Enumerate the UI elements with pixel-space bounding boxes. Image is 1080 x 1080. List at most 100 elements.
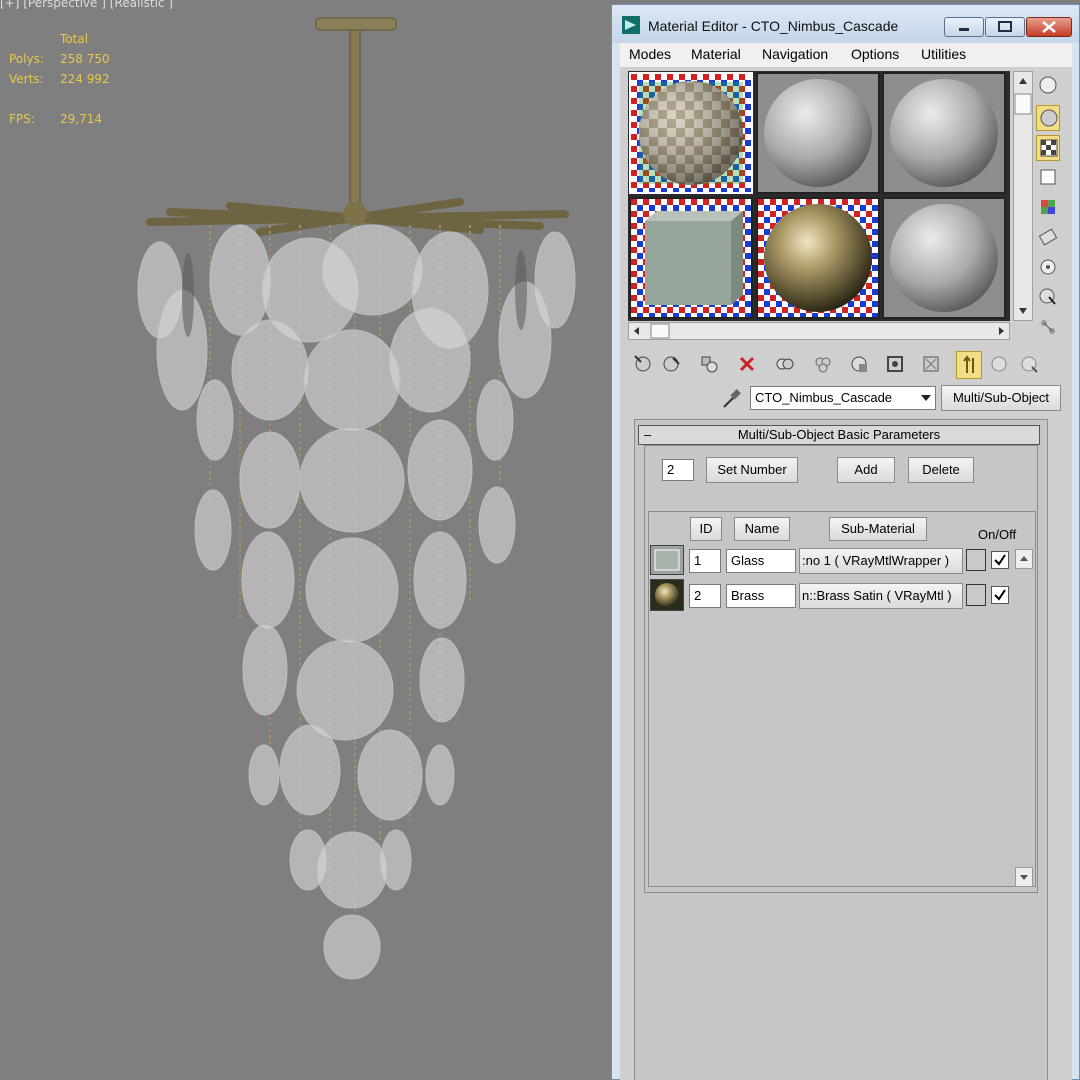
sphere-icon: [1039, 76, 1057, 94]
show-shaded-material-button[interactable]: [882, 351, 908, 379]
row-1-sub-material-button[interactable]: :no 1 ( VRayMtlWrapper ): [799, 548, 963, 574]
row-1-preview-swatch[interactable]: [650, 545, 684, 575]
assign-material-button[interactable]: [696, 351, 722, 379]
square-icon: [1040, 169, 1056, 185]
material-count-field[interactable]: 2: [662, 459, 694, 481]
dropdown-arrow-icon[interactable]: [920, 393, 932, 403]
assign-material-icon: [701, 356, 718, 373]
minimize-button[interactable]: [944, 17, 984, 37]
material-cube-preview: [631, 199, 751, 317]
material-editor-window: Material Editor - CTO_Nimbus_Cascade Mod…: [611, 4, 1080, 1080]
sample-slot-1[interactable]: [629, 72, 753, 194]
menu-utilities[interactable]: Utilities: [921, 46, 966, 62]
make-unique-button[interactable]: [772, 351, 798, 379]
options-icon: [1040, 259, 1056, 275]
put-material-icon: [663, 356, 680, 372]
sample-slot-3[interactable]: [882, 72, 1006, 194]
pick-from-object-button[interactable]: [1016, 351, 1042, 379]
backlight-button[interactable]: [1036, 105, 1060, 131]
put-material-button[interactable]: [658, 351, 684, 379]
collapse-minus-icon: –: [644, 427, 652, 442]
row-1-name-field[interactable]: Glass: [726, 549, 796, 573]
sample-uv-tiling-button[interactable]: [1036, 165, 1060, 191]
go-to-parent-icon: [963, 355, 974, 373]
close-button[interactable]: [1026, 17, 1072, 37]
app-logo-icon: [622, 16, 640, 34]
get-material-button[interactable]: [630, 351, 656, 379]
title-bar[interactable]: Material Editor - CTO_Nimbus_Cascade: [612, 5, 1079, 43]
row-2-id-field[interactable]: 2: [689, 584, 721, 608]
viewport-label[interactable]: [+] [Perspective ] [Realistic ]: [0, 0, 173, 10]
row-2-color-swatch[interactable]: [966, 584, 986, 606]
delete-x-icon: [739, 356, 755, 372]
get-material-icon: [634, 355, 651, 372]
material-id-icon: [851, 356, 867, 372]
sort-by-id-button[interactable]: ID: [690, 517, 722, 541]
select-by-material-button[interactable]: [1036, 285, 1060, 311]
material-sphere-preview: [890, 79, 998, 187]
menu-modes[interactable]: Modes: [629, 46, 671, 62]
material-name-field[interactable]: CTO_Nimbus_Cascade: [750, 386, 936, 410]
sort-by-name-button[interactable]: Name: [734, 517, 790, 541]
menu-options[interactable]: Options: [851, 46, 899, 62]
row-2-name-field[interactable]: Brass: [726, 584, 796, 608]
row-2-on-checkbox[interactable]: [991, 586, 1009, 604]
minimize-icon: [959, 28, 969, 31]
sample-slot-5[interactable]: [756, 197, 880, 319]
perspective-viewport[interactable]: [+] [Perspective ] [Realistic ] Total Po…: [0, 0, 612, 1080]
list-scroll-down-button[interactable]: [1015, 867, 1033, 887]
select-by-material-icon: [1039, 288, 1056, 305]
maximize-icon: [998, 21, 1012, 32]
row-2-sub-material-button[interactable]: n::Brass Satin ( VRayMtl ): [799, 583, 963, 609]
window-title: Material Editor - CTO_Nimbus_Cascade: [648, 18, 899, 34]
color-check-icon: [1041, 200, 1055, 214]
rollout-header[interactable]: – Multi/Sub-Object Basic Parameters: [638, 425, 1040, 445]
eyedropper-icon[interactable]: [720, 387, 742, 411]
put-to-library-button[interactable]: [810, 351, 836, 379]
polys-label: Polys:: [9, 52, 44, 66]
sample-type-button[interactable]: [1036, 73, 1060, 99]
row-1-on-checkbox[interactable]: [991, 551, 1009, 569]
list-scroll-up-button[interactable]: [1015, 549, 1033, 569]
material-type-button[interactable]: Multi/Sub-Object: [941, 385, 1061, 411]
end-result-icon: [923, 356, 939, 372]
slots-horizontal-scrollbar[interactable]: [628, 322, 1010, 340]
scroll-arrows-icon: [634, 323, 1004, 339]
reset-material-button[interactable]: [734, 351, 760, 379]
checkmark-icon: [994, 554, 1006, 566]
menu-navigation[interactable]: Navigation: [762, 46, 828, 62]
close-icon: [1042, 21, 1056, 33]
chandelier-model[interactable]: [130, 10, 580, 990]
row-1-color-swatch[interactable]: [966, 549, 986, 571]
menu-material[interactable]: Material: [691, 46, 741, 62]
backlight-icon: [1040, 109, 1058, 127]
material-sphere-preview: [631, 74, 751, 192]
options-button[interactable]: [1036, 255, 1060, 281]
navigator-icon: [1041, 320, 1055, 334]
material-id-channel-button[interactable]: [846, 351, 872, 379]
maximize-button[interactable]: [985, 17, 1025, 37]
video-color-check-button[interactable]: [1036, 195, 1060, 221]
library-icon: [815, 357, 831, 373]
polys-value: 258 750: [60, 52, 110, 66]
background-button[interactable]: [1036, 135, 1060, 161]
fps-label: FPS:: [9, 112, 35, 126]
material-map-navigator-button[interactable]: [1036, 315, 1060, 341]
rollout-title: Multi/Sub-Object Basic Parameters: [737, 427, 941, 442]
set-number-button[interactable]: Set Number: [706, 457, 798, 483]
slots-vertical-scrollbar[interactable]: [1013, 71, 1033, 321]
sort-by-sub-material-button[interactable]: Sub-Material: [829, 517, 927, 541]
material-sphere-preview: [764, 79, 872, 187]
show-end-result-button[interactable]: [918, 351, 944, 379]
sample-slot-2[interactable]: [756, 72, 880, 194]
sample-slot-4[interactable]: [629, 197, 753, 319]
delete-button[interactable]: Delete: [908, 457, 974, 483]
go-to-parent-button[interactable]: [956, 351, 982, 379]
row-2-preview-swatch[interactable]: [650, 579, 684, 611]
make-preview-button[interactable]: [1036, 225, 1060, 251]
add-button[interactable]: Add: [837, 457, 895, 483]
row-1-id-field[interactable]: 1: [689, 549, 721, 573]
sample-slot-6[interactable]: [882, 197, 1006, 319]
glass-swatch-icon: [654, 549, 680, 571]
go-forward-to-sibling-button[interactable]: [986, 351, 1012, 379]
